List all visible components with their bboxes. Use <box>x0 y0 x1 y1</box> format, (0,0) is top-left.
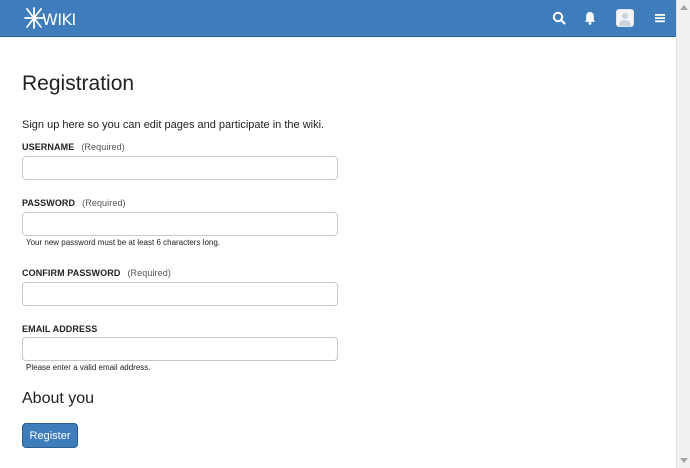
register-button[interactable]: Register <box>22 423 78 448</box>
confirm-password-label: CONFIRM PASSWORD (Required) <box>22 267 171 279</box>
xwiki-logo[interactable]: WIKI <box>24 6 88 30</box>
about-you-heading: About you <box>22 390 95 407</box>
top-navigation-bar: WIKI <box>0 0 676 37</box>
user-avatar[interactable] <box>616 9 634 27</box>
confirm-password-label-text: CONFIRM PASSWORD <box>22 268 121 278</box>
intro-text: Sign up here so you can edit pages and p… <box>22 119 325 131</box>
password-label-text: PASSWORD <box>22 198 76 208</box>
vertical-scrollbar[interactable] <box>676 0 690 468</box>
confirm-password-required-note: (Required) <box>127 268 171 278</box>
username-label-text: USERNAME <box>22 142 75 152</box>
search-icon[interactable] <box>549 8 569 28</box>
svg-text:WIKI: WIKI <box>42 10 76 29</box>
password-required-note: (Required) <box>82 198 126 208</box>
username-required-note: (Required) <box>81 142 125 152</box>
password-label: PASSWORD (Required) <box>22 197 126 209</box>
confirm-password-input[interactable] <box>22 282 338 306</box>
scroll-up-arrow-icon[interactable] <box>680 5 688 10</box>
email-input[interactable] <box>22 337 338 361</box>
bell-icon[interactable] <box>580 8 600 28</box>
username-label: USERNAME (Required) <box>22 141 125 153</box>
user-avatar-icon <box>619 13 631 26</box>
username-input[interactable] <box>22 156 338 180</box>
password-input[interactable] <box>22 212 338 236</box>
email-label: EMAIL ADDRESS <box>22 323 97 335</box>
page-title: Registration <box>22 72 135 95</box>
email-label-text: EMAIL ADDRESS <box>22 324 98 334</box>
hamburger-menu-icon[interactable] <box>650 8 670 28</box>
password-hint: Your new password must be at least 6 cha… <box>26 238 221 247</box>
email-hint: Please enter a valid email address. <box>26 363 151 372</box>
scroll-down-arrow-icon[interactable] <box>680 458 688 463</box>
registration-page: WIKI Registration Sign up here so you ca… <box>0 0 676 468</box>
